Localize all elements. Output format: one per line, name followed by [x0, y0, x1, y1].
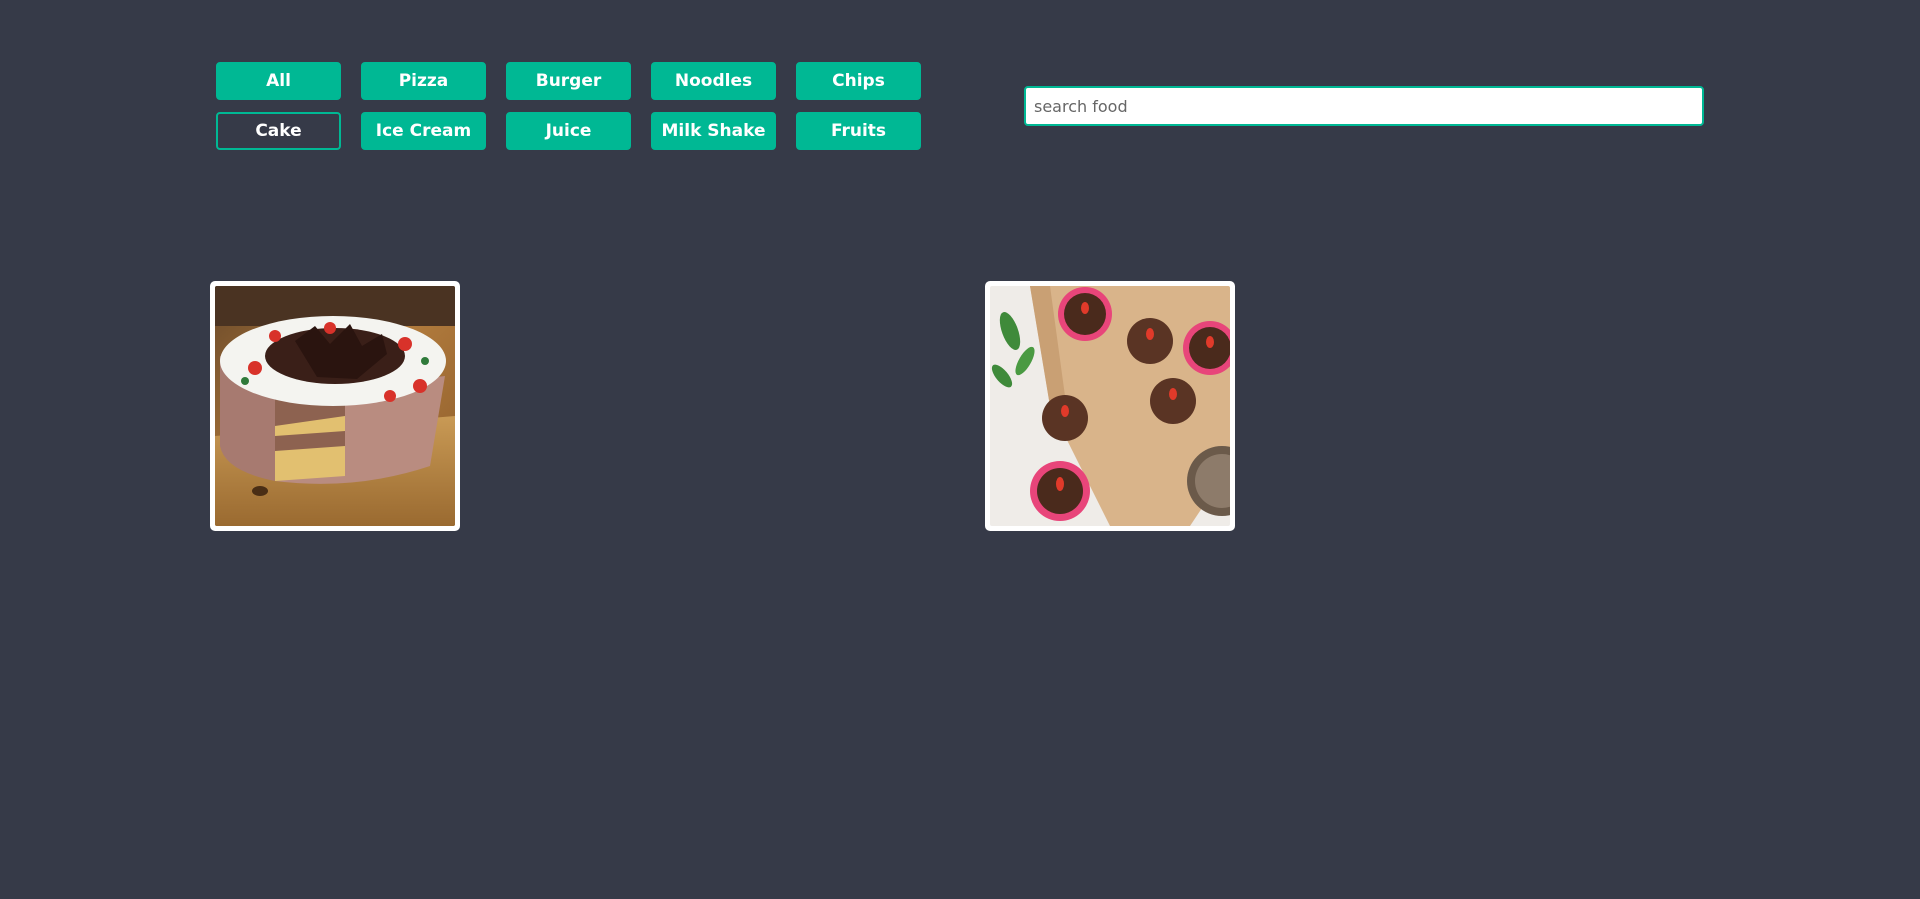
category-filters: All Pizza Burger Noodles Chips Cake Ice … [216, 62, 922, 150]
search-bar [1024, 86, 1704, 126]
filter-cake-button[interactable]: Cake [216, 112, 341, 150]
filter-juice-button[interactable]: Juice [506, 112, 631, 150]
page: All Pizza Burger Noodles Chips Cake Ice … [0, 0, 1920, 899]
food-card[interactable] [985, 281, 1235, 531]
search-input[interactable] [1024, 86, 1704, 126]
filter-pizza-button[interactable]: Pizza [361, 62, 486, 100]
filter-all-button[interactable]: All [216, 62, 341, 100]
cake-image [215, 286, 455, 526]
filter-fruits-button[interactable]: Fruits [796, 112, 921, 150]
filter-noodles-button[interactable]: Noodles [651, 62, 776, 100]
food-card[interactable] [210, 281, 460, 531]
filter-ice-cream-button[interactable]: Ice Cream [361, 112, 486, 150]
filter-burger-button[interactable]: Burger [506, 62, 631, 100]
filter-chips-button[interactable]: Chips [796, 62, 921, 100]
filter-milk-shake-button[interactable]: Milk Shake [651, 112, 776, 150]
truffles-image [990, 286, 1230, 526]
